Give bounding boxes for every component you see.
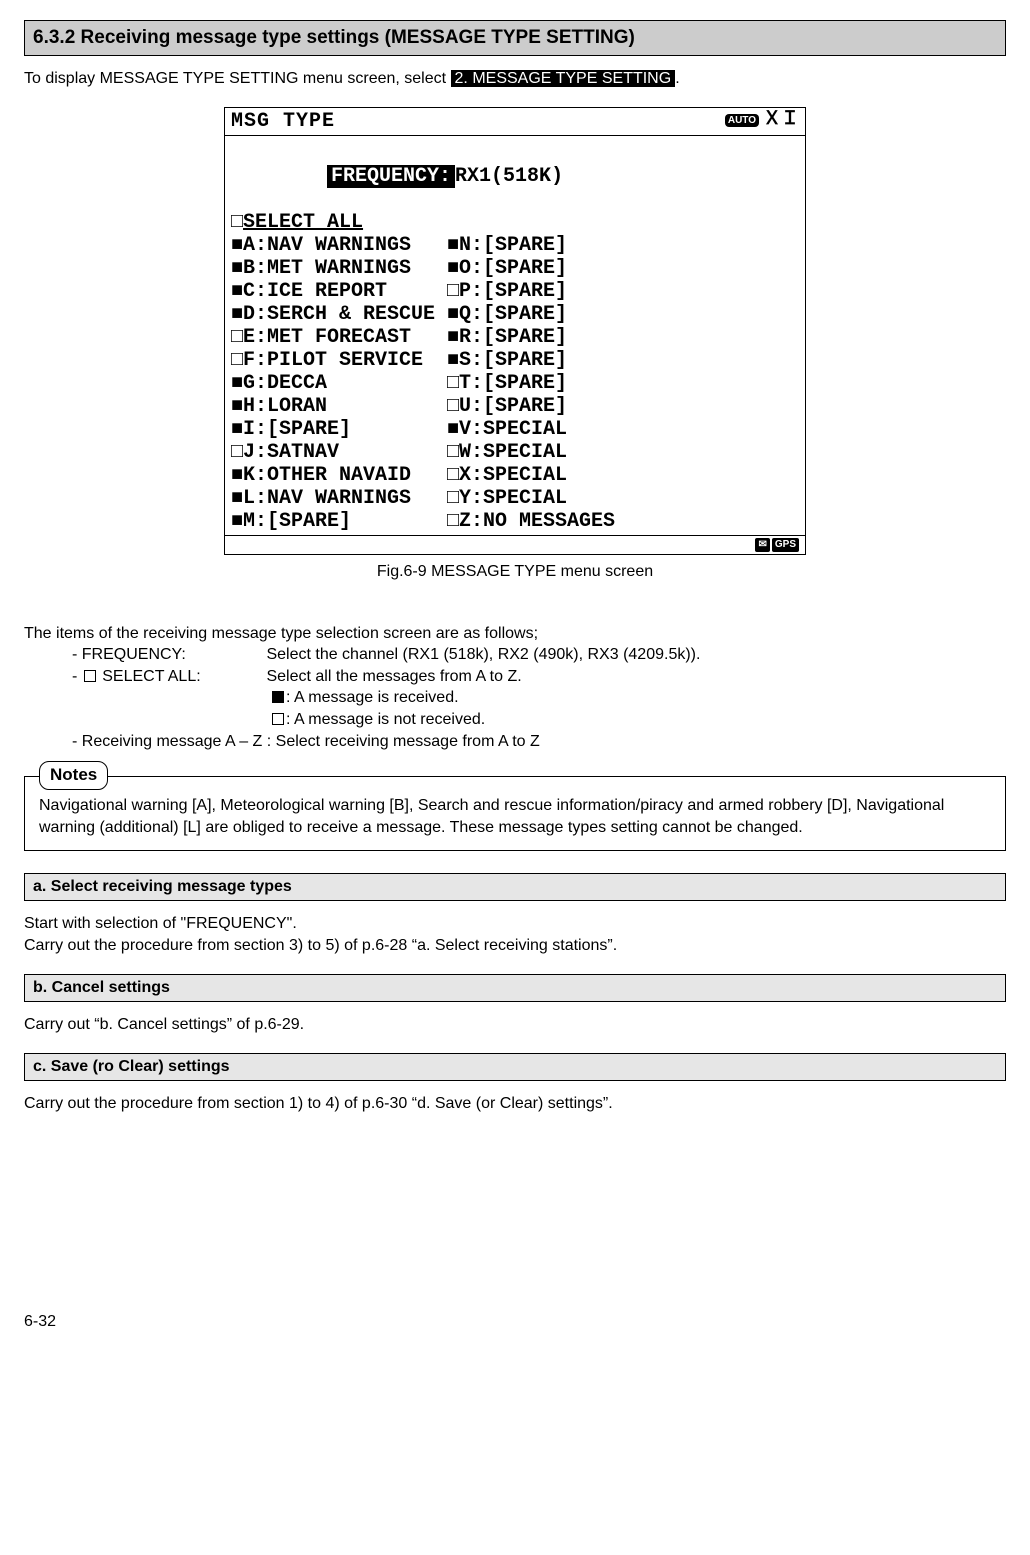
msg-type-row[interactable]: □E:MET FORECAST ■R:[SPARE] — [231, 326, 799, 349]
msg-type-row[interactable]: ■B:MET WARNINGS ■O:[SPARE] — [231, 257, 799, 280]
frequency-value: RX1(518K) — [455, 165, 563, 188]
msg-type-row[interactable]: ■C:ICE REPORT □P:[SPARE] — [231, 280, 799, 303]
intro-post: . — [675, 70, 679, 87]
empty-text: : A message is not received. — [286, 711, 485, 728]
item-empty-desc: : A message is not received. — [270, 709, 1006, 731]
msg-type-row[interactable]: □F:PILOT SERVICE ■S:[SPARE] — [231, 349, 799, 372]
item-freq-desc: Select the channel (RX1 (518k), RX2 (490… — [266, 646, 700, 663]
notes-box: Notes Navigational warning [A], Meteorol… — [24, 776, 1006, 851]
auto-icon: AUTO — [725, 114, 759, 128]
square-filled-icon — [272, 691, 284, 703]
menu-screen: MSG TYPE AUTO ＸＩ FREQUENCY:RX1(518K) □SEL… — [224, 107, 806, 555]
intro-highlight: 2. MESSAGE TYPE SETTING — [451, 70, 676, 87]
selectall-pre: - — [72, 668, 82, 685]
msg-type-row[interactable]: ■M:[SPARE] □Z:NO MESSAGES — [231, 510, 799, 533]
screen-title: MSG TYPE — [231, 110, 335, 133]
sub-b-body: Carry out “b. Cancel settings” of p.6-29… — [24, 1014, 1006, 1036]
sub-header-b: b. Cancel settings — [24, 974, 1006, 1002]
square-empty-icon — [272, 713, 284, 725]
item-freq-label: - FREQUENCY: — [72, 644, 262, 666]
item-filled-desc: : A message is received. — [270, 687, 1006, 709]
select-all-checkbox[interactable]: □ — [231, 211, 243, 234]
msg-type-row[interactable]: ■I:[SPARE] ■V:SPECIAL — [231, 418, 799, 441]
sub-a-body: Start with selection of "FREQUENCY". Car… — [24, 913, 1006, 956]
screen-titlebar: MSG TYPE AUTO ＸＩ — [225, 108, 805, 136]
screen-body: FREQUENCY:RX1(518K) □SELECT ALL ■A:NAV W… — [225, 136, 805, 536]
msg-type-row[interactable]: ■A:NAV WARNINGS ■N:[SPARE] — [231, 234, 799, 257]
figure-caption: Fig.6-9 MESSAGE TYPE menu screen — [24, 561, 1006, 583]
selectall-post: SELECT ALL: — [98, 668, 201, 685]
gps-icon: GPS — [772, 538, 799, 552]
msg-type-row[interactable]: ■D:SERCH & RESCUE ■Q:[SPARE] — [231, 303, 799, 326]
select-all-label: SELECT ALL — [243, 211, 363, 234]
item-receiving-range: - Receiving message A – Z : Select recei… — [72, 731, 1006, 753]
msg-type-row[interactable]: ■H:LORAN □U:[SPARE] — [231, 395, 799, 418]
xi-label: ＸＩ — [763, 110, 799, 130]
intro-pre: To display MESSAGE TYPE SETTING menu scr… — [24, 70, 451, 87]
sub-a-line2: Carry out the procedure from section 3) … — [24, 937, 617, 954]
intro-paragraph: To display MESSAGE TYPE SETTING menu scr… — [24, 68, 1006, 90]
frequency-label: FREQUENCY: — [327, 165, 455, 188]
sub-c-body: Carry out the procedure from section 1) … — [24, 1093, 1006, 1115]
notes-label: Notes — [39, 761, 108, 790]
filled-text: : A message is received. — [286, 689, 459, 706]
square-empty-icon — [84, 670, 96, 682]
page-number: 6-32 — [24, 1311, 56, 1333]
item-selectall: - SELECT ALL: Select all the messages fr… — [72, 666, 1006, 688]
sub-a-line1: Start with selection of "FREQUENCY". — [24, 915, 297, 932]
msg-type-row[interactable]: □J:SATNAV □W:SPECIAL — [231, 441, 799, 464]
screen-footer: ✉GPS — [225, 536, 805, 554]
msg-type-row[interactable]: ■K:OTHER NAVAID □X:SPECIAL — [231, 464, 799, 487]
sub-header-c: c. Save (ro Clear) settings — [24, 1053, 1006, 1081]
item-selectall-desc: Select all the messages from A to Z. — [266, 668, 521, 685]
msg-type-row[interactable]: ■G:DECCA □T:[SPARE] — [231, 372, 799, 395]
msg-type-row[interactable]: ■L:NAV WARNINGS □Y:SPECIAL — [231, 487, 799, 510]
section-header: 6.3.2 Receiving message type settings (M… — [24, 20, 1006, 56]
notes-text: Navigational warning [A], Meteorological… — [39, 795, 995, 838]
mail-icon: ✉ — [755, 538, 769, 552]
item-frequency: - FREQUENCY: Select the channel (RX1 (51… — [72, 644, 1006, 666]
sub-header-a: a. Select receiving message types — [24, 873, 1006, 901]
items-intro: The items of the receiving message type … — [24, 623, 1006, 645]
